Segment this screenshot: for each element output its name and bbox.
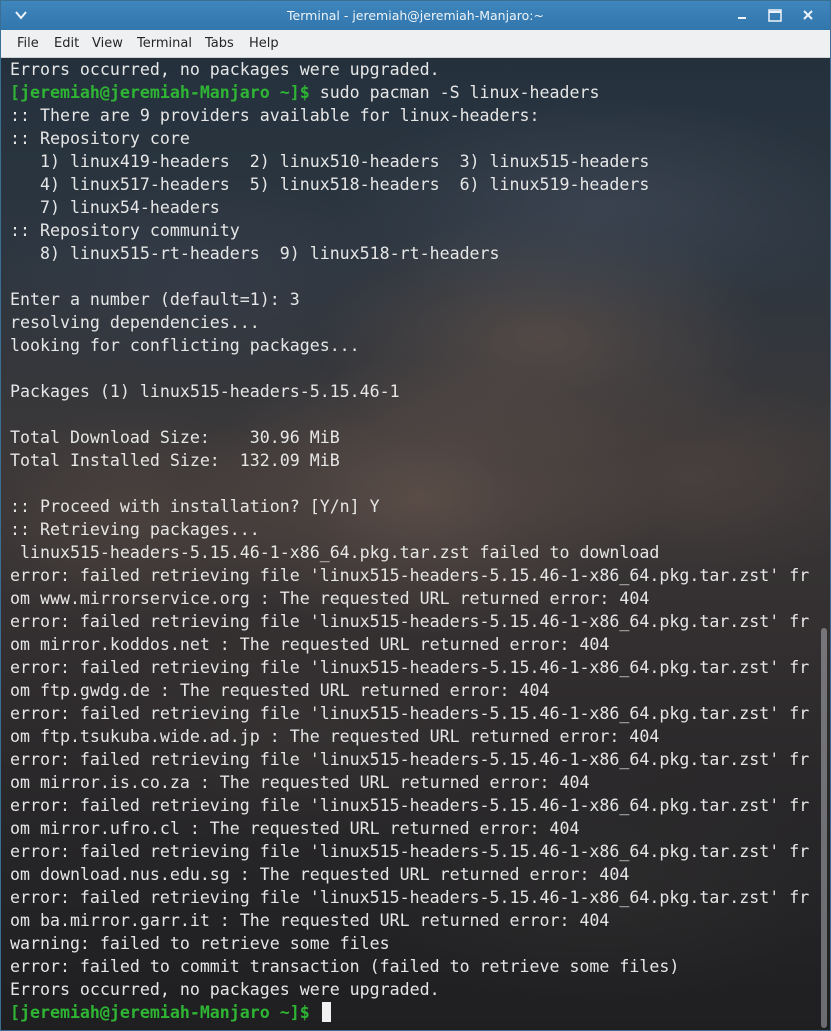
terminal-line: Enter a number (default=1): 3 [10, 290, 300, 309]
terminal-line: Total Installed Size: 132.09 MiB [10, 451, 340, 470]
terminal-line: om mirror.is.co.za : The requested URL r… [10, 773, 590, 792]
terminal-line: [jeremiah@jeremiah-Manjaro ~]$ sudo pacm… [10, 81, 809, 104]
terminal-line: om mirror.ufro.cl : The requested URL re… [10, 819, 580, 838]
terminal-output-area[interactable]: Errors occurred, no packages were upgrad… [1, 58, 830, 1030]
menu-file[interactable]: File [17, 30, 39, 57]
terminal-line: 8) linux515-rt-headers 9) linux518-rt-he… [10, 244, 500, 263]
terminal-line: error: failed retrieving file 'linux515-… [10, 842, 810, 861]
terminal-line: error: failed retrieving file 'linux515-… [10, 612, 810, 631]
terminal-line: linux515-headers-5.15.46-1-x86_64.pkg.ta… [10, 543, 660, 562]
minimize-icon[interactable] [730, 4, 754, 26]
terminal-lines: Errors occurred, no packages were upgrad… [10, 58, 809, 1024]
terminal-line: 7) linux54-headers [10, 198, 220, 217]
terminal-line: resolving dependencies... [10, 313, 260, 332]
terminal-line: om ftp.tsukuba.wide.ad.jp : The requeste… [10, 727, 660, 746]
text-cursor [321, 1002, 331, 1022]
terminal-line: warning: failed to retrieve some files [10, 934, 390, 953]
close-icon[interactable] [796, 4, 820, 26]
terminal-line: om mirror.koddos.net : The requested URL… [10, 635, 610, 654]
terminal-line: om download.nus.edu.sg : The requested U… [10, 865, 630, 884]
terminal-line: :: There are 9 providers available for l… [10, 106, 540, 125]
terminal-line: :: Proceed with installation? [Y/n] Y [10, 497, 380, 516]
menu-tabs[interactable]: Tabs [205, 30, 234, 57]
terminal-line: [jeremiah@jeremiah-Manjaro ~]$ [10, 1001, 809, 1024]
terminal-line: om ftp.gwdg.de : The requested URL retur… [10, 681, 550, 700]
menu-bar: File Edit View Terminal Tabs Help [1, 30, 830, 58]
terminal-window: Terminal - jeremiah@jeremiah-Manjaro:~ F… [0, 0, 831, 1031]
terminal-line: looking for conflicting packages... [10, 336, 360, 355]
shell-prompt: [jeremiah@jeremiah-Manjaro ~]$ [10, 1003, 320, 1022]
terminal-line: :: Repository community [10, 221, 240, 240]
scrollbar-thumb[interactable] [821, 628, 827, 1028]
command-text: sudo pacman -S linux-headers [319, 83, 600, 102]
terminal-line: error: failed to commit transaction (fai… [10, 957, 680, 976]
terminal-line: error: failed retrieving file 'linux515-… [10, 704, 810, 723]
terminal-line: error: failed retrieving file 'linux515-… [10, 888, 810, 907]
window-title: Terminal - jeremiah@jeremiah-Manjaro:~ [287, 8, 544, 23]
terminal-scrollbar[interactable] [818, 58, 830, 1030]
menu-help[interactable]: Help [249, 30, 279, 57]
title-bar[interactable]: Terminal - jeremiah@jeremiah-Manjaro:~ [1, 1, 830, 30]
menu-edit[interactable]: Edit [54, 30, 79, 57]
terminal-line: 4) linux517-headers 5) linux518-headers … [10, 175, 650, 194]
terminal-line: Total Download Size: 30.96 MiB [10, 428, 340, 447]
terminal-line: 1) linux419-headers 2) linux510-headers … [10, 152, 650, 171]
terminal-line: Errors occurred, no packages were upgrad… [10, 980, 440, 999]
terminal-line: error: failed retrieving file 'linux515-… [10, 750, 810, 769]
terminal-line: error: failed retrieving file 'linux515-… [10, 566, 810, 585]
menu-terminal[interactable]: Terminal [137, 30, 192, 57]
terminal-line: error: failed retrieving file 'linux515-… [10, 658, 810, 677]
terminal-line: om www.mirrorservice.org : The requested… [10, 589, 650, 608]
terminal-line: :: Repository core [10, 129, 190, 148]
shell-prompt: [jeremiah@jeremiah-Manjaro ~]$ [10, 83, 320, 102]
menu-view[interactable]: View [92, 30, 123, 57]
maximize-icon[interactable] [763, 4, 787, 26]
terminal-line: om ba.mirror.garr.it : The requested URL… [10, 911, 610, 930]
terminal-line: error: failed retrieving file 'linux515-… [10, 796, 810, 815]
terminal-line: Packages (1) linux515-headers-5.15.46-1 [10, 382, 400, 401]
terminal-line: :: Retrieving packages... [10, 520, 260, 539]
terminal-line: Errors occurred, no packages were upgrad… [10, 60, 440, 79]
